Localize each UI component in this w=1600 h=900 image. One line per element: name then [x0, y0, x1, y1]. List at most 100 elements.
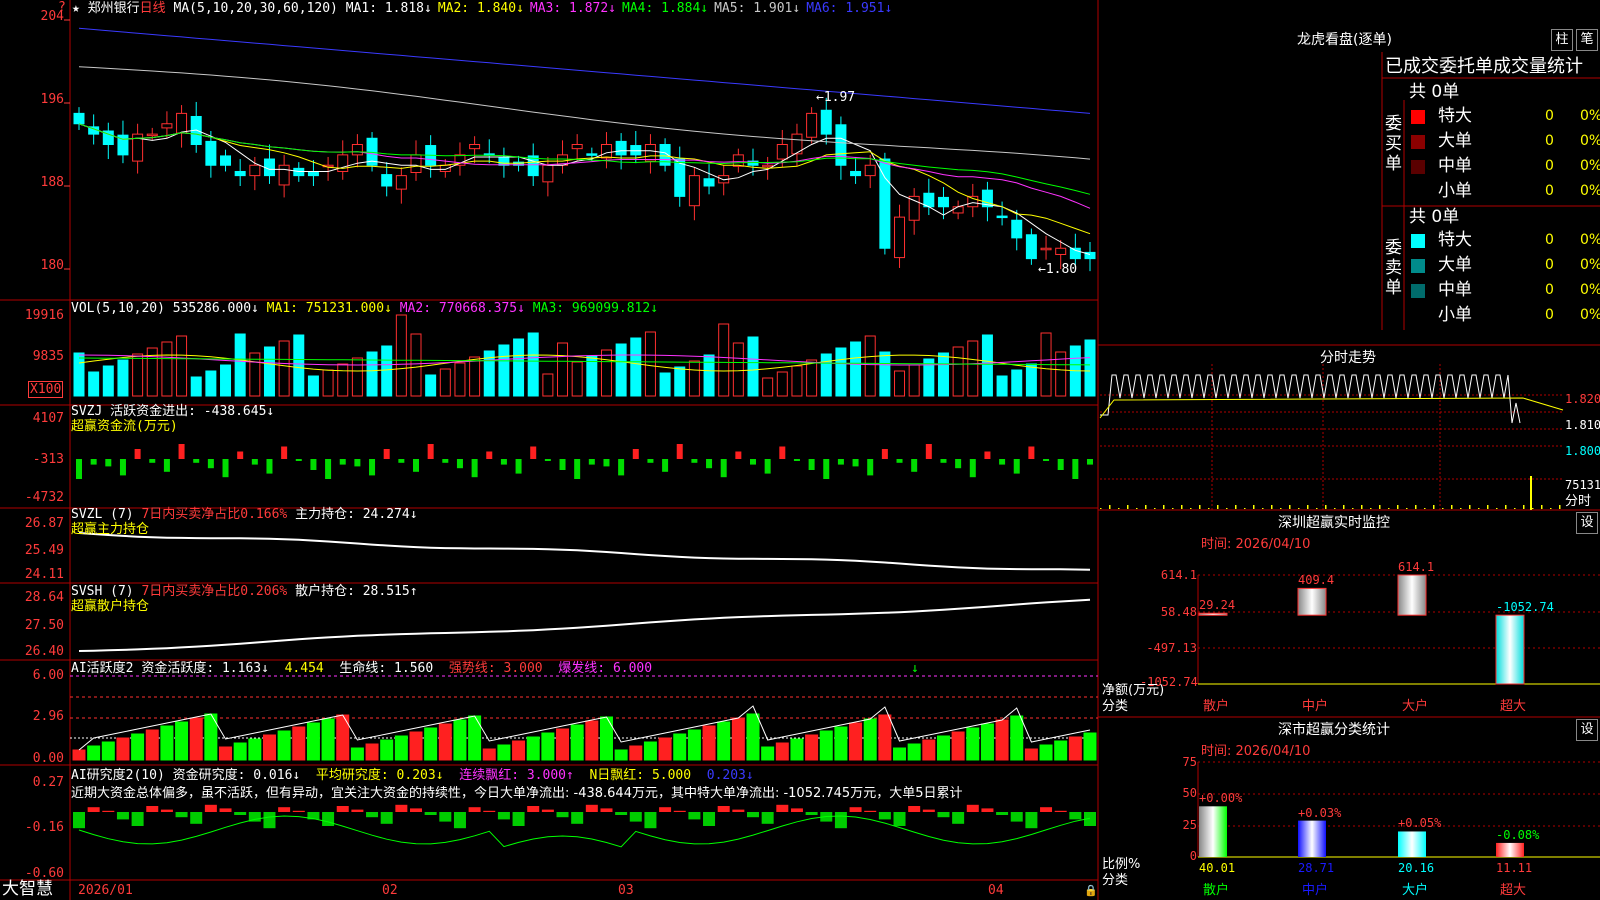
period-label[interactable]: 日线: [140, 1, 166, 16]
activity-bar: [819, 730, 833, 761]
research-bar: [585, 804, 598, 812]
candle-body: [395, 175, 407, 190]
bar-value-label: 29.24: [1199, 598, 1236, 613]
research-bar: [263, 812, 276, 829]
flow-bar: [662, 459, 669, 472]
candle-body: [498, 157, 510, 166]
activity-bar: [219, 746, 233, 761]
sz-class-tick: 75: [1182, 755, 1197, 769]
intraday-vol: 75131: [1565, 478, 1600, 492]
research-bar: [116, 812, 129, 820]
vol-value: 535286.000↓: [172, 301, 259, 316]
candle-body: [937, 196, 949, 208]
chart-canvas[interactable]: [0, 0, 1600, 900]
volume-bar: [996, 375, 1008, 397]
activity-bar: [1054, 740, 1068, 761]
intraday-volume-bar: [1145, 505, 1147, 509]
down-arrow-icon: ↓: [911, 661, 919, 676]
svsh-subtitle: 超赢散户持仓: [71, 599, 150, 614]
intraday-volume-bar: [1424, 508, 1426, 509]
legend-swatch: [1411, 160, 1425, 174]
research-bar: [1010, 812, 1023, 822]
ai-activity-2: 4.454: [284, 661, 324, 676]
intraday-volume-bar: [1280, 508, 1282, 509]
sz-class-settings-button[interactable]: 设: [1576, 719, 1598, 741]
star-icon[interactable]: ★: [72, 1, 80, 16]
candle-body: [600, 144, 612, 159]
activity-bar: [72, 749, 86, 761]
flow-bar: [969, 459, 976, 478]
volume-bar: [850, 341, 862, 397]
activity-bar: [658, 737, 672, 761]
research-bar: [629, 812, 642, 822]
intraday-volume-bar: [1334, 508, 1336, 509]
lock-icon[interactable]: 🔒: [1084, 883, 1098, 898]
activity-bar: [585, 720, 599, 761]
candle-body: [806, 112, 818, 138]
row-percent: 0%: [1580, 282, 1600, 298]
research-bar: [453, 812, 466, 829]
activity-bar: [673, 733, 687, 761]
candle-body: [644, 144, 656, 162]
flow-bar: [325, 459, 332, 479]
flow-bar: [984, 451, 991, 459]
candle-body: [249, 164, 261, 177]
price-tick: 188: [40, 175, 64, 190]
intraday-volume-bar: [1163, 505, 1165, 509]
flow-bar: [911, 459, 918, 472]
activity-bar: [907, 743, 921, 761]
research-bar: [864, 810, 877, 812]
ai-research-val: 0.203↓: [706, 768, 754, 783]
bar-mode-button[interactable]: 柱: [1551, 29, 1573, 51]
intraday-volume-bar: [1109, 505, 1111, 509]
intraday-volume-bar: [1100, 508, 1102, 509]
intraday-volume-bar: [1388, 508, 1390, 509]
volume-bar: [117, 359, 129, 397]
intraday-volume-bar: [1559, 505, 1561, 509]
research-bar: [146, 806, 159, 812]
ma-label-5: MA5: 1.901↓: [714, 1, 801, 16]
activity-bar: [1039, 744, 1053, 761]
research-bar: [937, 812, 950, 818]
ai-active-header: AI活跃度2 资金活跃度: 1.163↓, 4.454, 生命线: 1.560,…: [71, 661, 653, 676]
intraday-volume-bar: [1289, 505, 1291, 509]
research-bar: [908, 806, 921, 812]
activity-bar: [1024, 748, 1038, 761]
volume-bar: [557, 342, 569, 397]
stroke-mode-button[interactable]: 笔: [1576, 29, 1598, 51]
row-percent: 0%: [1580, 158, 1600, 174]
research-bar: [439, 812, 452, 822]
flow-bar: [413, 459, 419, 472]
activity-bar: [262, 734, 276, 761]
row-volume: 0: [1545, 158, 1554, 174]
ma-line-3: [78, 123, 1091, 209]
flow-bar: [955, 459, 962, 469]
sz-monitor-settings-button[interactable]: 设: [1576, 512, 1598, 534]
intraday-tick: 1.820: [1565, 392, 1600, 406]
candle-body: [1040, 247, 1052, 251]
activity-bar: [849, 722, 863, 761]
net-amount-bar: [1297, 587, 1327, 616]
intraday-volume-bar: [1352, 508, 1354, 509]
candle-body: [542, 164, 554, 183]
activity-bar: [951, 731, 965, 761]
activity-bar: [966, 727, 980, 761]
research-line: [78, 815, 1091, 848]
svsh-hold: 散户持仓: 28.515↑: [295, 584, 418, 599]
research-bar: [996, 812, 1009, 815]
research-bar: [673, 810, 686, 812]
row-percent: 0%: [1580, 183, 1600, 199]
research-bar: [849, 807, 862, 812]
volume-bar: [967, 340, 979, 397]
ma-params: MA(5,10,20,30,60,120): [173, 1, 338, 16]
flow-bar: [456, 459, 463, 469]
ai-active-title: AI活跃度2: [71, 661, 134, 676]
change-label: +0.05%: [1398, 816, 1442, 831]
volume-bar: [571, 361, 583, 397]
research-bar: [1040, 807, 1053, 812]
research-bar: [834, 812, 847, 829]
intraday-volume-bar: [1226, 508, 1228, 509]
research-bar: [761, 812, 774, 824]
sz-class-xlabel: 分类: [1102, 873, 1129, 888]
activity-bar: [248, 738, 262, 761]
